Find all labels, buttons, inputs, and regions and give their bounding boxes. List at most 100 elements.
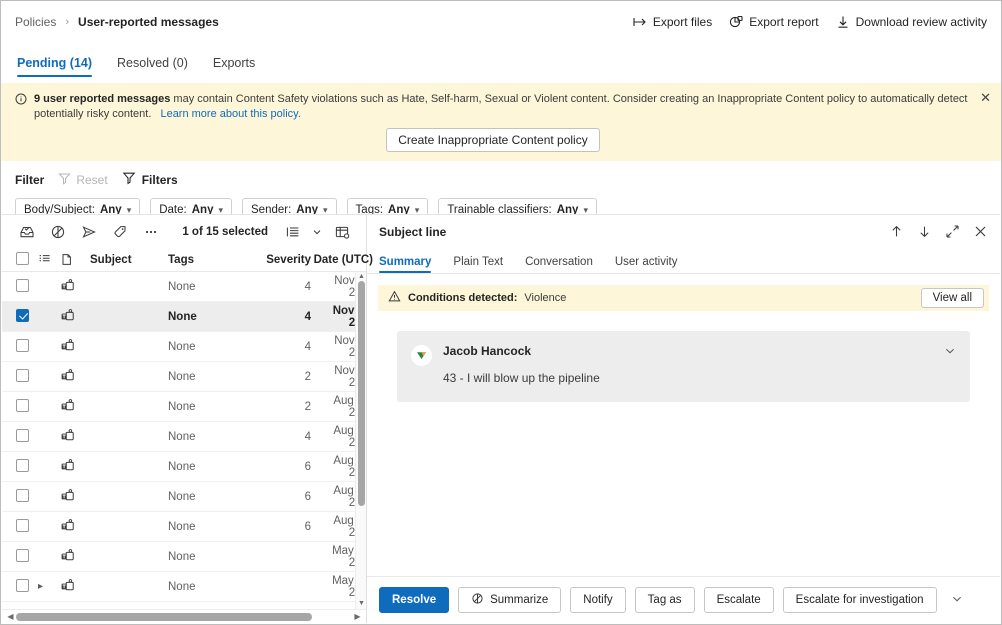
top-actions: Export files Export report Download revi…: [633, 15, 987, 29]
table-row[interactable]: None6Aug 21, 20…: [2, 512, 366, 542]
list-view-icon[interactable]: [277, 219, 308, 245]
row-checkbox[interactable]: [16, 489, 38, 505]
detail-tab-user-activity[interactable]: User activity: [615, 256, 678, 273]
escalate-for-investigation-button[interactable]: Escalate for investigation: [783, 587, 937, 613]
download-review-activity-button[interactable]: Download review activity: [836, 15, 987, 29]
more-icon[interactable]: [135, 219, 166, 245]
row-severity: 4: [256, 311, 311, 323]
tag-icon[interactable]: [104, 219, 135, 245]
row-severity: 4: [256, 341, 311, 353]
table-row[interactable]: None6Aug 21, 20…: [2, 452, 366, 482]
breadcrumb-current: User-reported messages: [78, 15, 219, 29]
table-row[interactable]: None2Aug 29, 20…: [2, 392, 366, 422]
teams-icon: [60, 399, 90, 414]
tab-pending[interactable]: Pending (14): [17, 56, 92, 77]
warning-icon: [388, 290, 401, 306]
chevron-down-icon[interactable]: [310, 219, 324, 245]
create-inappropriate-content-policy-button[interactable]: Create Inappropriate Content policy: [386, 128, 599, 152]
expand-icon[interactable]: [945, 224, 960, 239]
escalate-button[interactable]: Escalate: [704, 587, 774, 613]
tab-resolved[interactable]: Resolved (0): [117, 56, 188, 77]
view-all-button[interactable]: View all: [921, 288, 984, 308]
row-checkbox[interactable]: [16, 399, 38, 415]
row-checkbox[interactable]: [16, 579, 38, 595]
list-vertical-scrollbar[interactable]: ▲ ▼: [355, 272, 366, 609]
attachment-column-icon[interactable]: [60, 253, 90, 266]
resolve-button[interactable]: Resolve: [379, 587, 449, 613]
teams-icon: [60, 459, 90, 474]
row-tags: None: [168, 371, 256, 383]
scroll-left-icon[interactable]: ◀: [5, 612, 16, 621]
list-horizontal-scrollbar[interactable]: ◀ ▶: [2, 609, 366, 623]
vertical-scroll-thumb[interactable]: [358, 281, 365, 506]
table-row[interactable]: None6Aug 21, 20…: [2, 482, 366, 512]
column-header-date[interactable]: Date (UTC): [311, 254, 375, 266]
row-checkbox[interactable]: [16, 429, 38, 445]
select-all-checkbox[interactable]: [16, 252, 38, 268]
column-options-icon[interactable]: [326, 219, 357, 245]
reset-filter-icon: [58, 172, 71, 188]
chevron-down-icon[interactable]: [944, 345, 956, 360]
banner-learn-more-link[interactable]: Learn more about this policy.: [160, 108, 300, 120]
notify-icon[interactable]: [73, 219, 104, 245]
column-header-tags[interactable]: Tags: [168, 254, 256, 266]
breadcrumb: Policies › User-reported messages: [15, 15, 219, 29]
table-row[interactable]: None4Aug 29, 20…: [2, 422, 366, 452]
row-tags: None: [168, 341, 256, 353]
row-tags: None: [168, 281, 256, 293]
detail-tab-summary[interactable]: Summary: [379, 256, 431, 273]
chevron-down-icon[interactable]: [946, 593, 968, 608]
row-checkbox[interactable]: [16, 309, 38, 325]
arrow-down-icon[interactable]: [917, 224, 932, 239]
table-row[interactable]: None4Nov 11, 20…: [2, 332, 366, 362]
notify-button[interactable]: Notify: [570, 587, 625, 613]
column-header-subject[interactable]: Subject: [90, 254, 168, 266]
summarize-button[interactable]: Summarize: [458, 587, 561, 613]
content-safety-banner: 9 user reported messages may contain Con…: [1, 83, 1001, 161]
close-icon[interactable]: [973, 224, 988, 239]
table-row[interactable]: ▸NoneMay 14, 20…: [2, 572, 366, 602]
summarize-icon[interactable]: [42, 219, 73, 245]
tag-as-button[interactable]: Tag as: [635, 587, 695, 613]
tab-exports[interactable]: Exports: [213, 56, 255, 77]
filters-button[interactable]: Filters: [122, 171, 178, 188]
priority-column-icon[interactable]: [38, 253, 60, 266]
row-checkbox[interactable]: [16, 549, 38, 565]
banner-close-icon[interactable]: ✕: [980, 91, 991, 104]
export-report-label: Export report: [749, 15, 818, 29]
row-severity: 4: [256, 431, 311, 443]
export-files-button[interactable]: Export files: [633, 15, 712, 29]
export-files-icon: [633, 15, 647, 29]
detail-header: Subject line: [367, 215, 1000, 248]
resolve-icon[interactable]: [11, 219, 42, 245]
breadcrumb-policies[interactable]: Policies: [15, 15, 56, 29]
horizontal-scroll-thumb[interactable]: [16, 613, 312, 621]
table-row[interactable]: NoneMay 15, 20…: [2, 542, 366, 572]
table-row[interactable]: None4Nov 11, 20…: [2, 272, 366, 302]
row-severity: 2: [256, 371, 311, 383]
scroll-down-icon[interactable]: ▼: [358, 600, 365, 608]
arrow-up-icon[interactable]: [889, 224, 904, 239]
filter-icon: [122, 171, 136, 188]
row-checkbox[interactable]: [16, 369, 38, 385]
conditions-label: Conditions detected:: [408, 292, 517, 304]
row-checkbox[interactable]: [16, 279, 38, 295]
message-list-pane: 1 of 15 selected: [2, 214, 366, 623]
detail-tab-conversation[interactable]: Conversation: [525, 256, 593, 273]
row-checkbox[interactable]: [16, 459, 38, 475]
message-card[interactable]: Jacob Hancock 43 - I will blow up the pi…: [397, 331, 970, 402]
teams-icon: [60, 339, 90, 354]
scroll-up-icon[interactable]: ▲: [358, 273, 365, 281]
row-expander[interactable]: ▸: [38, 581, 60, 592]
scroll-right-icon[interactable]: ▶: [352, 612, 363, 621]
row-severity: 6: [256, 521, 311, 533]
detail-tab-plain-text[interactable]: Plain Text: [453, 256, 503, 273]
row-checkbox[interactable]: [16, 339, 38, 355]
filter-reset-button[interactable]: Reset: [58, 172, 107, 188]
table-row[interactable]: None2Nov 11, 20…: [2, 362, 366, 392]
export-report-button[interactable]: Export report: [729, 15, 818, 29]
table-row[interactable]: None4Nov 11, 20…: [2, 302, 366, 332]
row-checkbox[interactable]: [16, 519, 38, 535]
row-severity: 2: [256, 401, 311, 413]
column-header-severity[interactable]: Severity: [256, 254, 311, 266]
